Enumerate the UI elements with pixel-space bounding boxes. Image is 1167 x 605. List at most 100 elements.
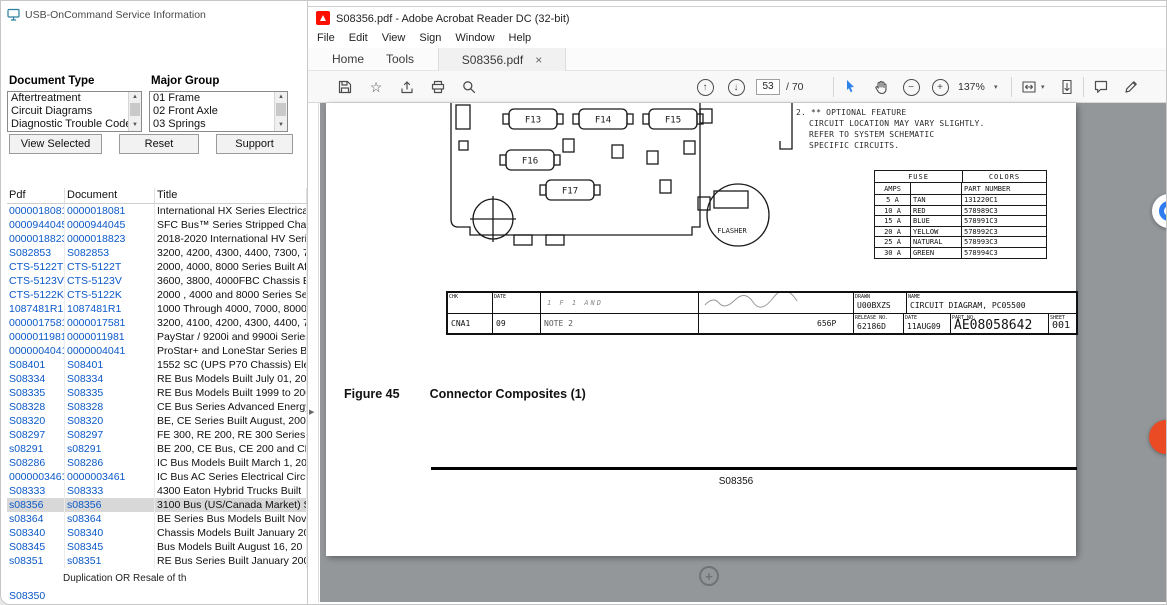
table-row[interactable]: S08345 S08345 Bus Models Built August 16… bbox=[7, 540, 307, 554]
document-link[interactable]: 0000004041 bbox=[65, 344, 155, 358]
table-row[interactable]: S08286 S08286 IC Bus Models Built March … bbox=[7, 456, 307, 470]
print-icon[interactable] bbox=[429, 78, 447, 96]
pdf-link[interactable]: 0000003461 bbox=[7, 470, 65, 484]
document-link[interactable]: s08291 bbox=[65, 442, 155, 456]
header-title[interactable]: Title bbox=[155, 188, 307, 203]
save-icon[interactable] bbox=[336, 78, 354, 96]
document-link[interactable]: 1087481R1 bbox=[65, 302, 155, 316]
pdf-link[interactable]: 1087481R1 bbox=[7, 302, 65, 316]
table-row[interactable]: S08333 S08333 4300 Eaton Hybrid Trucks B… bbox=[7, 484, 307, 498]
list-item[interactable]: Circuit Diagrams bbox=[8, 105, 128, 118]
hand-tool-icon[interactable] bbox=[872, 78, 890, 96]
table-row[interactable]: S08328 S08328 CE Bus Series Advanced Ene… bbox=[7, 400, 307, 414]
document-link[interactable]: S08286 bbox=[65, 456, 155, 470]
pencil-icon[interactable] bbox=[1122, 78, 1140, 96]
table-row[interactable]: S08401 S08401 1552 SC (UPS P70 Chassis) … bbox=[7, 358, 307, 372]
document-type-listbox[interactable]: AftertreatmentCircuit DiagramsDiagnostic… bbox=[7, 91, 142, 132]
pdf-link[interactable]: CTS-5123V bbox=[7, 274, 65, 288]
view-selected-button[interactable]: View Selected bbox=[9, 134, 102, 154]
document-link[interactable]: 0000017581 bbox=[65, 316, 155, 330]
scroll-down-icon[interactable]: ▼ bbox=[129, 120, 141, 131]
pdf-link[interactable]: S082853 bbox=[7, 246, 65, 260]
document-link[interactable]: S08334 bbox=[65, 372, 155, 386]
expand-pane-icon[interactable]: ▶ bbox=[309, 408, 314, 416]
comment-icon[interactable] bbox=[1092, 78, 1110, 96]
pdf-link[interactable]: s08351 bbox=[7, 554, 65, 568]
tab-document[interactable]: S08356.pdf × bbox=[438, 48, 566, 71]
table-row[interactable]: CTS-5122T CTS-5122T 2000, 4000, 8000 Ser… bbox=[7, 260, 307, 274]
document-link[interactable]: CTS-5122T bbox=[65, 260, 155, 274]
next-page-icon[interactable]: ↓ bbox=[727, 78, 745, 96]
document-link[interactable]: S08297 bbox=[65, 428, 155, 442]
table-row[interactable]: 0000018823 0000018823 2018-2020 Internat… bbox=[7, 232, 307, 246]
pdf-link[interactable]: 0000017581 bbox=[7, 316, 65, 330]
table-row[interactable]: S08340 S08340 Chassis Models Built Janua… bbox=[7, 526, 307, 540]
fit-width-icon[interactable] bbox=[1020, 78, 1038, 96]
table-row[interactable]: 0000003461 0000003461 IC Bus AC Series E… bbox=[7, 470, 307, 484]
list-item[interactable]: 01 Frame bbox=[150, 92, 274, 105]
document-link[interactable]: S08328 bbox=[65, 400, 155, 414]
table-row[interactable]: 1087481R1 1087481R1 1000 Through 4000, 7… bbox=[7, 302, 307, 316]
pdf-link[interactable]: S08345 bbox=[7, 540, 65, 554]
table-row[interactable]: 0000017581 0000017581 3200, 4100, 4200, … bbox=[7, 316, 307, 330]
table-row[interactable]: CTS-5122K CTS-5122K 2000 , 4000 and 8000… bbox=[7, 288, 307, 302]
table-row[interactable]: S082853 S082853 3200, 4200, 4300, 4400, … bbox=[7, 246, 307, 260]
document-link[interactable]: s08356 bbox=[65, 498, 155, 512]
scroll-thumb[interactable] bbox=[130, 103, 140, 116]
support-button[interactable]: Support bbox=[216, 134, 293, 154]
page-number-input[interactable]: 53 bbox=[756, 79, 780, 95]
document-link[interactable]: CTS-5123V bbox=[65, 274, 155, 288]
pdf-link[interactable]: s08364 bbox=[7, 512, 65, 526]
pdf-link[interactable]: S08297 bbox=[7, 428, 65, 442]
pdf-link[interactable]: S08401 bbox=[7, 358, 65, 372]
major-group-listbox[interactable]: 01 Frame02 Front Axle03 Springs ▲ ▼ bbox=[149, 91, 288, 132]
pdf-link[interactable]: 0000018823 bbox=[7, 232, 65, 246]
scroll-down-icon[interactable]: ▼ bbox=[275, 120, 287, 131]
table-row[interactable]: CTS-5123V CTS-5123V 3600, 3800, 4000FBC … bbox=[7, 274, 307, 288]
document-background[interactable]: F13 F14 F15 F16 F17 FLASHER 2. ** OPTION… bbox=[320, 103, 1167, 602]
document-link[interactable]: s08364 bbox=[65, 512, 155, 526]
pdf-link[interactable]: S08340 bbox=[7, 526, 65, 540]
pdf-link[interactable]: CTS-5122K bbox=[7, 288, 65, 302]
menu-item[interactable]: Window bbox=[448, 30, 501, 48]
table-row[interactable]: s08356 s08356 3100 Bus (US/Canada Market… bbox=[7, 498, 307, 512]
previous-page-icon[interactable]: ↑ bbox=[696, 78, 714, 96]
list-item[interactable]: 03 Springs bbox=[150, 118, 274, 131]
scrollbar[interactable]: ▲ ▼ bbox=[274, 92, 287, 131]
pdf-link[interactable]: S08328 bbox=[7, 400, 65, 414]
document-link[interactable]: CTS-5122K bbox=[65, 288, 155, 302]
table-row[interactable]: 0000011981 0000011981 PayStar / 9200i an… bbox=[7, 330, 307, 344]
pdf-link[interactable]: S08320 bbox=[7, 414, 65, 428]
pdf-link[interactable]: 0000004041 bbox=[7, 344, 65, 358]
table-row[interactable]: S08297 S08297 FE 300, RE 200, RE 300 Ser… bbox=[7, 428, 307, 442]
scroll-thumb[interactable] bbox=[276, 103, 286, 116]
table-row[interactable]: s08291 s08291 BE 200, CE Bus, CE 200 and… bbox=[7, 442, 307, 456]
page-view-icon[interactable] bbox=[1058, 78, 1076, 96]
document-link[interactable]: S08320 bbox=[65, 414, 155, 428]
document-link[interactable]: 0000944045 bbox=[65, 218, 155, 232]
scroll-up-icon[interactable]: ▲ bbox=[129, 92, 141, 103]
tab-home[interactable]: Home bbox=[332, 52, 364, 66]
pdf-link[interactable]: s08356 bbox=[7, 498, 65, 512]
table-row[interactable]: 0000018081 0000018081 International HX S… bbox=[7, 204, 307, 218]
document-link[interactable]: S08335 bbox=[65, 386, 155, 400]
search-icon[interactable] bbox=[460, 78, 478, 96]
zoom-out-icon[interactable]: − bbox=[902, 78, 920, 96]
zoom-in-icon[interactable]: + bbox=[931, 78, 949, 96]
document-link[interactable]: 0000011981 bbox=[65, 330, 155, 344]
scrollbar[interactable]: ▲ ▼ bbox=[128, 92, 141, 131]
pdf-link[interactable]: 0000018081 bbox=[7, 204, 65, 218]
pdf-link[interactable]: S08334 bbox=[7, 372, 65, 386]
table-row[interactable]: s08351 s08351 RE Bus Series Built Januar… bbox=[7, 554, 307, 568]
document-link[interactable]: S082853 bbox=[65, 246, 155, 260]
select-tool-icon[interactable] bbox=[842, 78, 860, 96]
pdf-link[interactable]: S08333 bbox=[7, 484, 65, 498]
menu-item[interactable]: View bbox=[375, 30, 413, 48]
document-link[interactable]: s08351 bbox=[65, 554, 155, 568]
list-item[interactable]: Aftertreatment bbox=[8, 92, 128, 105]
document-link[interactable]: 0000003461 bbox=[65, 470, 155, 484]
table-row[interactable]: 0000004041 0000004041 ProStar+ and LoneS… bbox=[7, 344, 307, 358]
zoom-level-dropdown[interactable]: 137% bbox=[958, 81, 985, 93]
share-icon[interactable] bbox=[398, 78, 416, 96]
fit-caret-icon[interactable]: ▾ bbox=[1041, 83, 1045, 91]
